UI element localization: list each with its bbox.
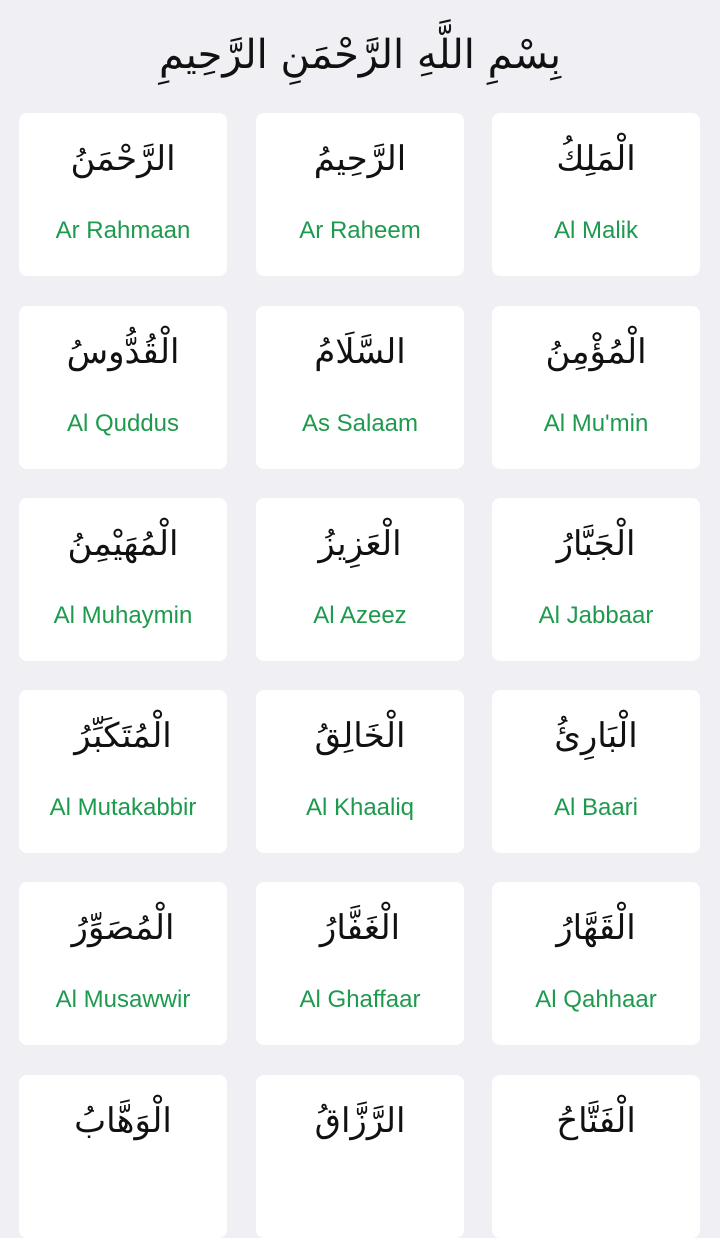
name-transliteration: Ar Raheem	[299, 217, 421, 244]
name-transliteration: Al Khaaliq	[305, 794, 415, 821]
name-card-al-mutakabbir[interactable]: الْمُتَكَبِّرُ Al Mutakabbir	[19, 690, 227, 853]
name-transliteration: Al Musawwir	[55, 986, 191, 1013]
name-transliteration: Al Mutakabbir	[49, 794, 197, 821]
name-arabic: السَّلَامُ	[314, 332, 406, 372]
name-arabic: الْمُؤْمِنُ	[545, 332, 647, 372]
name-arabic: الْخَالِقُ	[314, 716, 406, 756]
name-transliteration: Al Azeez	[313, 602, 407, 629]
name-card-ar-razzaaq[interactable]: الرَّزَّاقُ	[256, 1075, 464, 1238]
name-card-al-qahhaar[interactable]: الْقَهَّارُ Al Qahhaar	[492, 882, 700, 1045]
name-card-al-quddus[interactable]: الْقُدُّوسُ Al Quddus	[19, 306, 227, 469]
name-card-al-mumin[interactable]: الْمُؤْمِنُ Al Mu'min	[492, 306, 700, 469]
name-transliteration: Al Ghaffaar	[299, 986, 421, 1013]
name-arabic: الْقَهَّارُ	[556, 908, 636, 948]
name-arabic: الْقُدُّوسُ	[66, 332, 180, 372]
name-transliteration: Al Muhaymin	[53, 602, 193, 629]
name-transliteration: Al Malik	[553, 217, 638, 244]
name-card-al-wahhaab[interactable]: الْوَهَّابُ	[19, 1075, 227, 1238]
name-card-al-khaaliq[interactable]: الْخَالِقُ Al Khaaliq	[256, 690, 464, 853]
name-arabic: الْمُتَكَبِّرُ	[74, 716, 172, 756]
header: بِسْمِ اللَّهِ الرَّحْمَنِ الرَّحِيمِ	[0, 0, 720, 100]
name-arabic: الْعَزِيزُ	[318, 524, 402, 564]
name-transliteration: Al Qahhaar	[535, 986, 657, 1013]
name-card-al-muhaymin[interactable]: الْمُهَيْمِنُ Al Muhaymin	[19, 498, 227, 661]
name-transliteration: Al Mu'min	[543, 410, 649, 437]
name-arabic: الْبَارِئُ	[554, 716, 638, 756]
name-arabic: الْجَبَّارُ	[556, 524, 636, 564]
name-arabic: الْفَتَّاحُ	[556, 1101, 636, 1141]
name-card-al-ghaffaar[interactable]: الْغَفَّارُ Al Ghaffaar	[256, 882, 464, 1045]
name-card-ar-raheem[interactable]: الرَّحِيمُ Ar Raheem	[256, 113, 464, 276]
name-arabic: الْوَهَّابُ	[74, 1101, 172, 1141]
name-card-al-baari[interactable]: الْبَارِئُ Al Baari	[492, 690, 700, 853]
name-arabic: الْمُصَوِّرُ	[71, 908, 175, 948]
name-arabic: الرَّحِيمُ	[313, 139, 407, 179]
name-arabic: الْغَفَّارُ	[319, 908, 401, 948]
name-card-al-fattaah[interactable]: الْفَتَّاحُ	[492, 1075, 700, 1238]
name-card-al-malik[interactable]: الْمَلِكُ Al Malik	[492, 113, 700, 276]
name-transliteration: Al Baari	[553, 794, 639, 821]
name-arabic: الْمَلِكُ	[556, 139, 636, 179]
name-transliteration: Al Quddus	[66, 410, 180, 437]
name-arabic: الْمُهَيْمِنُ	[67, 524, 179, 564]
name-transliteration: Ar Rahmaan	[55, 217, 191, 244]
name-arabic: الرَّزَّاقُ	[314, 1101, 406, 1141]
name-arabic: الرَّحْمَنُ	[70, 139, 176, 179]
name-card-ar-rahmaan[interactable]: الرَّحْمَنُ Ar Rahmaan	[19, 113, 227, 276]
name-transliteration: Al Jabbaar	[538, 602, 654, 629]
name-transliteration: As Salaam	[301, 410, 419, 437]
name-card-as-salaam[interactable]: السَّلَامُ As Salaam	[256, 306, 464, 469]
name-card-al-jabbaar[interactable]: الْجَبَّارُ Al Jabbaar	[492, 498, 700, 661]
name-card-al-musawwir[interactable]: الْمُصَوِّرُ Al Musawwir	[19, 882, 227, 1045]
name-card-al-azeez[interactable]: الْعَزِيزُ Al Azeez	[256, 498, 464, 661]
bismillah-title: بِسْمِ اللَّهِ الرَّحْمَنِ الرَّحِيمِ	[158, 32, 562, 78]
